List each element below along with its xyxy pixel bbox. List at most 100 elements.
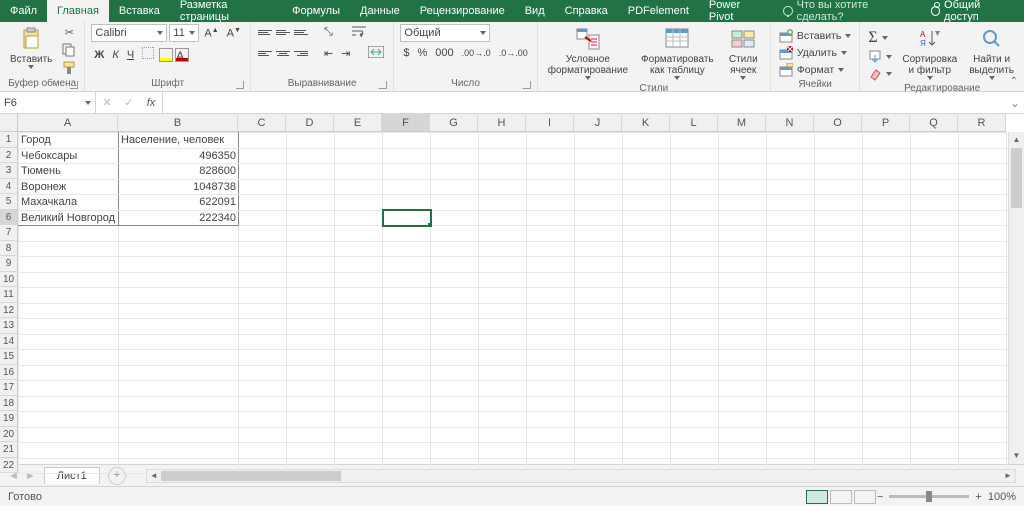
cell-E12[interactable] — [335, 303, 383, 319]
zoom-level-label[interactable]: 100% — [988, 491, 1016, 503]
cell-L20[interactable] — [671, 427, 719, 443]
merge-center-button[interactable] — [365, 45, 387, 62]
cell-H5[interactable] — [479, 195, 527, 211]
format-cells-button[interactable]: Формат — [777, 62, 846, 78]
cell-G17[interactable] — [431, 381, 479, 397]
cell-N5[interactable] — [767, 195, 815, 211]
cell-F11[interactable] — [383, 288, 431, 304]
cell-I20[interactable] — [527, 427, 575, 443]
cell-I19[interactable] — [527, 412, 575, 428]
cell-J12[interactable] — [575, 303, 623, 319]
tab-help[interactable]: Справка — [555, 0, 618, 22]
cell-C10[interactable] — [239, 272, 287, 288]
cell-J11[interactable] — [575, 288, 623, 304]
cell-P19[interactable] — [863, 412, 911, 428]
cell-E4[interactable] — [335, 179, 383, 195]
cell-G8[interactable] — [431, 241, 479, 257]
column-header-G[interactable]: G — [430, 114, 478, 131]
cell-M18[interactable] — [719, 396, 767, 412]
cell-Q9[interactable] — [911, 257, 959, 273]
cell-H17[interactable] — [479, 381, 527, 397]
cell-H9[interactable] — [479, 257, 527, 273]
tab-page-layout[interactable]: Разметка страницы — [170, 0, 282, 22]
cell-H12[interactable] — [479, 303, 527, 319]
cell-B10[interactable] — [119, 272, 239, 288]
cell-A16[interactable] — [19, 365, 119, 381]
cell-F3[interactable] — [383, 164, 431, 180]
cell-B9[interactable] — [119, 257, 239, 273]
cell-A6[interactable]: Великий Новгород — [19, 210, 119, 226]
cell-D6[interactable] — [287, 210, 335, 226]
column-header-D[interactable]: D — [286, 114, 334, 131]
cell-J6[interactable] — [575, 210, 623, 226]
cell-G7[interactable] — [431, 226, 479, 242]
cell-Q14[interactable] — [911, 334, 959, 350]
cell-I6[interactable] — [527, 210, 575, 226]
cell-L15[interactable] — [671, 350, 719, 366]
row-header-15[interactable]: 15 — [0, 349, 17, 365]
row-header-10[interactable]: 10 — [0, 272, 17, 288]
cell-K13[interactable] — [623, 319, 671, 335]
cell-F15[interactable] — [383, 350, 431, 366]
tab-powerpivot[interactable]: Power Pivot — [699, 0, 773, 22]
cell-Q20[interactable] — [911, 427, 959, 443]
cell-O7[interactable] — [815, 226, 863, 242]
cell-M20[interactable] — [719, 427, 767, 443]
cell-K2[interactable] — [623, 148, 671, 164]
cell-D13[interactable] — [287, 319, 335, 335]
cell-N17[interactable] — [767, 381, 815, 397]
cell-G15[interactable] — [431, 350, 479, 366]
cell-N20[interactable] — [767, 427, 815, 443]
cell-R2[interactable] — [959, 148, 1007, 164]
cell-E17[interactable] — [335, 381, 383, 397]
cell-L18[interactable] — [671, 396, 719, 412]
cell-I11[interactable] — [527, 288, 575, 304]
cell-R14[interactable] — [959, 334, 1007, 350]
cell-D14[interactable] — [287, 334, 335, 350]
view-page-layout-button[interactable] — [830, 490, 852, 504]
cell-P17[interactable] — [863, 381, 911, 397]
cell-C14[interactable] — [239, 334, 287, 350]
cell-N2[interactable] — [767, 148, 815, 164]
cell-J3[interactable] — [575, 164, 623, 180]
cell-H19[interactable] — [479, 412, 527, 428]
row-header-7[interactable]: 7 — [0, 225, 17, 241]
cell-N16[interactable] — [767, 365, 815, 381]
cell-R5[interactable] — [959, 195, 1007, 211]
insert-function-button[interactable]: fx — [140, 97, 162, 109]
cell-P10[interactable] — [863, 272, 911, 288]
cell-J17[interactable] — [575, 381, 623, 397]
cell-B6[interactable]: 222340 — [119, 210, 239, 226]
row-header-16[interactable]: 16 — [0, 365, 17, 381]
cell-P1[interactable] — [863, 133, 911, 149]
cell-L7[interactable] — [671, 226, 719, 242]
cell-J7[interactable] — [575, 226, 623, 242]
cell-P13[interactable] — [863, 319, 911, 335]
cell-O18[interactable] — [815, 396, 863, 412]
cell-R21[interactable] — [959, 443, 1007, 459]
cell-C15[interactable] — [239, 350, 287, 366]
clear-button[interactable] — [866, 66, 894, 82]
alignment-launcher[interactable] — [379, 81, 387, 89]
cell-N3[interactable] — [767, 164, 815, 180]
cell-M15[interactable] — [719, 350, 767, 366]
select-all-corner[interactable] — [0, 114, 18, 132]
cell-I5[interactable] — [527, 195, 575, 211]
cell-L9[interactable] — [671, 257, 719, 273]
cell-I2[interactable] — [527, 148, 575, 164]
column-header-M[interactable]: M — [718, 114, 766, 131]
cell-P9[interactable] — [863, 257, 911, 273]
cell-D8[interactable] — [287, 241, 335, 257]
cell-D21[interactable] — [287, 443, 335, 459]
cell-G6[interactable] — [431, 210, 479, 226]
cell-O6[interactable] — [815, 210, 863, 226]
horizontal-scroll-thumb[interactable] — [161, 471, 341, 481]
cell-D12[interactable] — [287, 303, 335, 319]
cell-B13[interactable] — [119, 319, 239, 335]
cell-P15[interactable] — [863, 350, 911, 366]
cell-N8[interactable] — [767, 241, 815, 257]
row-header-19[interactable]: 19 — [0, 411, 17, 427]
cell-F18[interactable] — [383, 396, 431, 412]
cell-C16[interactable] — [239, 365, 287, 381]
align-top-button[interactable] — [257, 26, 273, 40]
